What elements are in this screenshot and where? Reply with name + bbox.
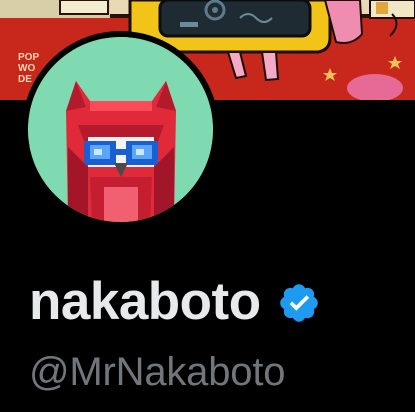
profile-avatar[interactable] (22, 31, 219, 228)
banner-art-text-3: DE (18, 74, 32, 85)
profile-name-row: nakaboto (29, 272, 321, 332)
banner-art-text-2: WO (18, 63, 35, 74)
display-name: nakaboto (29, 272, 261, 331)
profile-handle: @MrNakaboto (29, 350, 286, 394)
verified-badge-icon[interactable] (277, 281, 321, 325)
avatar-image (28, 37, 213, 222)
owl-avatar-artwork (28, 37, 213, 222)
banner-art-text-1: POP (18, 52, 39, 63)
